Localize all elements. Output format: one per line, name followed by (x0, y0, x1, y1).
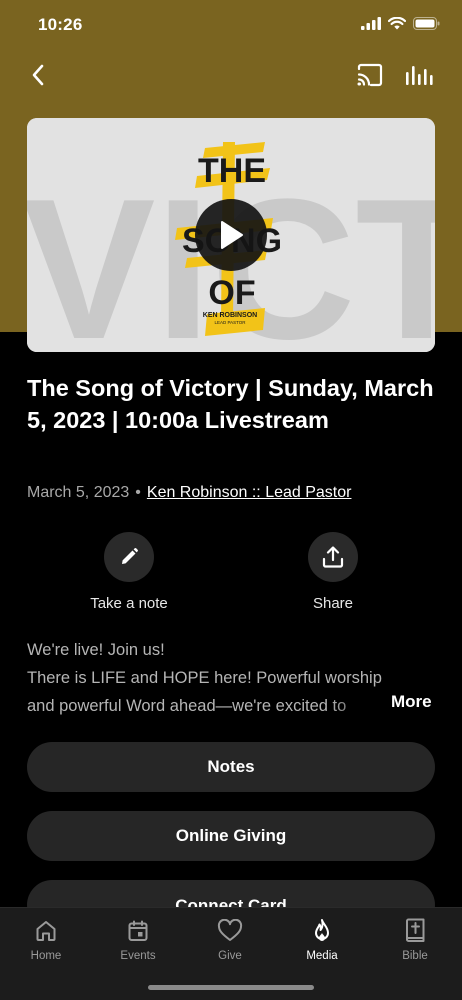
artwork-subtitle: LEAD PASTOR (214, 320, 246, 325)
audio-levels-button[interactable] (402, 59, 436, 91)
meta-separator: • (135, 484, 141, 501)
status-time: 10:26 (38, 15, 83, 34)
artwork-title-line-3: OF (208, 274, 255, 312)
cast-button[interactable] (354, 59, 386, 91)
description-line-2: There is LIFE and HOPE here! Powerful wo… (27, 669, 382, 687)
home-icon (36, 921, 56, 941)
tab-home[interactable]: Home (11, 916, 81, 962)
take-note-action[interactable]: Take a note (69, 532, 189, 612)
tab-events[interactable]: Events (103, 916, 173, 962)
description-line-1: We're live! Join us! (27, 641, 165, 659)
signal-icon (361, 17, 381, 30)
play-icon (221, 221, 243, 249)
bible-icon (406, 918, 425, 942)
tab-media[interactable]: Media (287, 916, 357, 962)
battery-icon (413, 17, 440, 30)
tab-give-label: Give (218, 950, 242, 962)
artwork-author: KEN ROBINSON (203, 312, 257, 319)
back-button[interactable] (24, 59, 52, 91)
share-icon (322, 546, 344, 568)
play-button[interactable] (195, 199, 267, 271)
more-button[interactable]: More (391, 692, 432, 712)
take-note-button[interactable] (104, 532, 154, 582)
media-artwork[interactable]: VICTORY THE SONG OF KEN ROBINSON LEAD PA… (27, 118, 435, 352)
tab-home-label: Home (30, 950, 62, 962)
tab-bible-label: Bible (402, 950, 428, 962)
nav-row (0, 55, 462, 95)
artwork-title-line-1: THE (198, 152, 266, 190)
sermon-meta: March 5, 2023 • Ken Robinson :: Lead Pasto… (27, 484, 351, 502)
share-button[interactable] (308, 532, 358, 582)
tab-bible[interactable]: Bible (380, 916, 450, 962)
share-action[interactable]: Share (273, 532, 393, 612)
online-giving-button[interactable]: Online Giving (27, 811, 435, 861)
tab-events-label: Events (120, 950, 156, 962)
home-indicator (148, 985, 314, 990)
sermon-description: We're live! Join us! There is LIFE and H… (27, 636, 437, 720)
take-note-label: Take a note (90, 595, 168, 612)
cast-icon (357, 63, 383, 87)
description-line-3: and powerful Word ahead—we're excited to (27, 697, 347, 715)
tab-give[interactable]: Give (195, 916, 265, 962)
pencil-icon (122, 548, 138, 564)
sermon-date: March 5, 2023 (27, 484, 130, 501)
flame-icon (315, 919, 329, 941)
calendar-icon (128, 920, 148, 941)
sermon-title: The Song of Victory | Sunday, March 5, 2… (27, 375, 434, 433)
tab-media-label: Media (306, 950, 338, 962)
share-label: Share (312, 595, 354, 612)
chevron-left-icon (32, 64, 44, 86)
status-bar: 10:26 (0, 0, 462, 50)
notes-button[interactable]: Notes (27, 742, 435, 792)
author-link[interactable]: Ken Robinson :: Lead Pastor (147, 484, 352, 501)
equalizer-icon (406, 66, 433, 85)
wifi-icon (388, 17, 406, 30)
status-icons (361, 17, 440, 30)
heart-icon (217, 919, 243, 941)
